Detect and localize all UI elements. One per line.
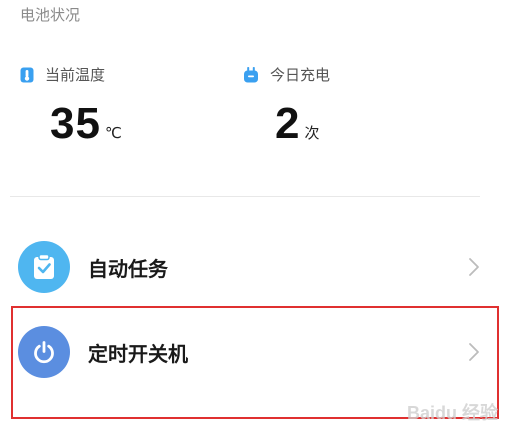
charges-today-value: 2: [275, 99, 301, 148]
watermark: Baidu 经验: [406, 403, 498, 423]
temperature-stat: 当前温度 35 ℃: [20, 64, 122, 149]
section-divider: [10, 196, 480, 197]
chevron-right-icon: [468, 257, 480, 277]
battery-section-title: 电池状况: [20, 6, 81, 24]
clipboard-check-icon: [18, 241, 70, 293]
menu-item-label: 自动任务: [88, 256, 168, 281]
charges-today-unit: 次: [304, 124, 320, 142]
plug-icon: [243, 66, 259, 83]
charges-today-label: 今日充电: [270, 66, 331, 84]
temperature-value: 35: [50, 99, 101, 148]
temperature-label: 当前温度: [45, 66, 106, 84]
charges-today-stat: 今日充电 2 次: [243, 64, 330, 149]
thermometer-icon: [20, 67, 34, 83]
temperature-unit: ℃: [104, 124, 122, 142]
menu-item-auto-tasks[interactable]: 自动任务: [18, 237, 480, 297]
